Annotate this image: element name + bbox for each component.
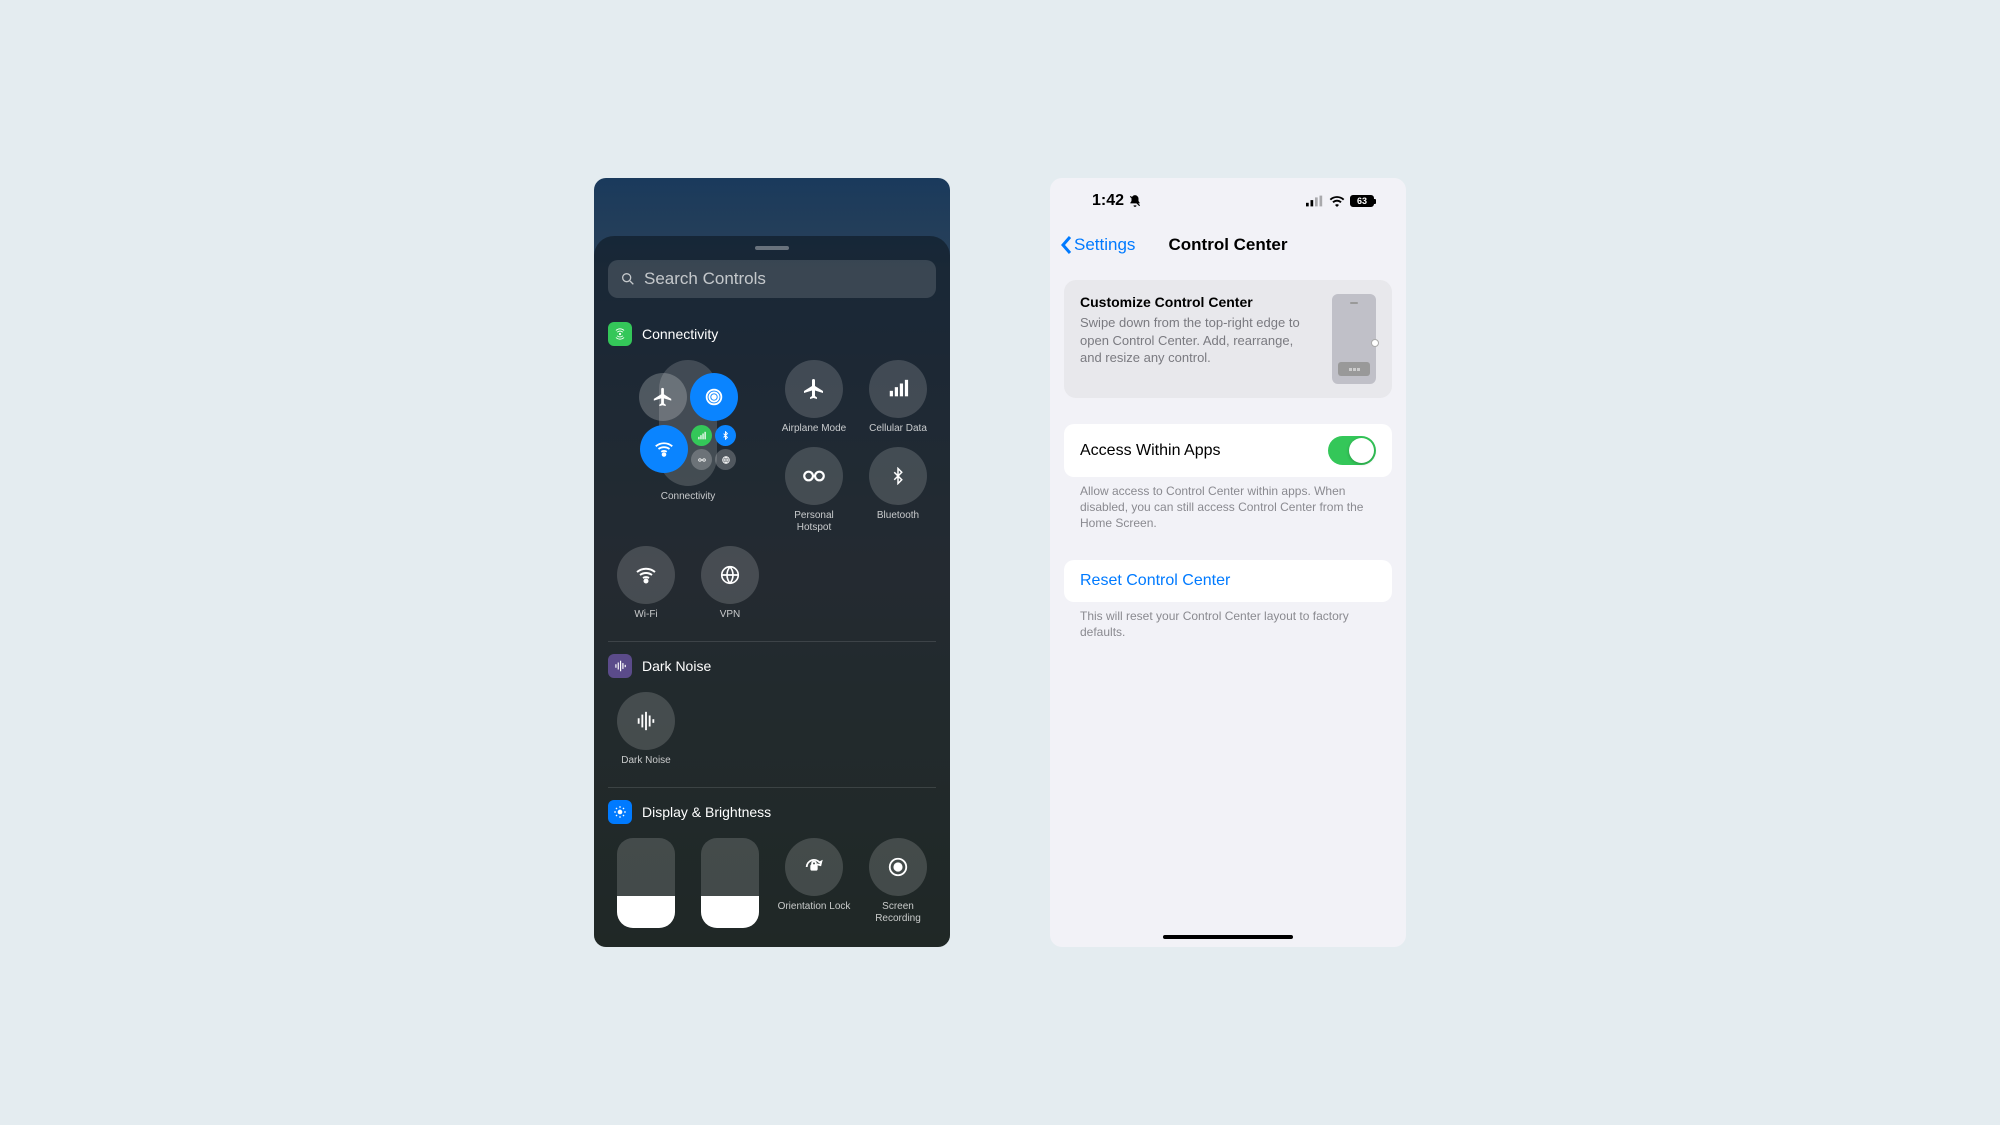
darknoise-section: Dark Noise Dark Noise bbox=[608, 654, 936, 767]
control-label: VPN bbox=[720, 609, 741, 621]
darknoise-control[interactable] bbox=[617, 692, 675, 750]
search-placeholder: Search Controls bbox=[644, 269, 766, 289]
brightness-icon bbox=[608, 800, 632, 824]
sheet-grabber[interactable] bbox=[755, 246, 789, 250]
access-toggle[interactable] bbox=[1328, 436, 1376, 465]
card-description: Swipe down from the top-right edge to op… bbox=[1080, 314, 1318, 367]
wifi-control[interactable] bbox=[617, 546, 675, 604]
card-title: Customize Control Center bbox=[1080, 294, 1318, 310]
reset-button[interactable]: Reset Control Center bbox=[1064, 560, 1392, 602]
airdrop-icon bbox=[690, 373, 738, 421]
back-button[interactable]: Settings bbox=[1060, 235, 1135, 255]
control-label: Dark Noise bbox=[621, 755, 670, 767]
connectivity-combo-control[interactable] bbox=[659, 360, 717, 486]
section-divider bbox=[608, 787, 936, 788]
airplane-mode-icon bbox=[639, 373, 687, 421]
settings-control-center-screen: 1:42 63 Settings Control Center Customiz… bbox=[1050, 178, 1406, 947]
control-label: Screen Recording bbox=[860, 901, 936, 925]
section-title: Display & Brightness bbox=[642, 804, 771, 820]
brightness-slider-1[interactable] bbox=[617, 838, 675, 928]
reset-label: Reset Control Center bbox=[1080, 572, 1230, 589]
cellular-data-control[interactable] bbox=[869, 360, 927, 418]
home-indicator[interactable] bbox=[1163, 935, 1293, 939]
control-label: Orientation Lock bbox=[778, 901, 851, 913]
vpn-control[interactable] bbox=[701, 546, 759, 604]
customize-card: Customize Control Center Swipe down from… bbox=[1064, 280, 1392, 398]
wifi-icon bbox=[640, 425, 688, 473]
control-label: Cellular Data bbox=[869, 423, 927, 435]
display-section: Display & Brightness Orientation Lock Sc… bbox=[608, 800, 936, 928]
back-label: Settings bbox=[1074, 235, 1135, 255]
control-label: Airplane Mode bbox=[782, 423, 846, 435]
search-icon bbox=[620, 271, 636, 287]
bluetooth-control[interactable] bbox=[869, 447, 927, 505]
control-label: Bluetooth bbox=[877, 510, 919, 522]
brightness-slider-2[interactable] bbox=[701, 838, 759, 928]
access-footer: Allow access to Control Center within ap… bbox=[1064, 477, 1392, 532]
bluetooth-mini-icon bbox=[715, 425, 736, 446]
nav-bar: Settings Control Center bbox=[1050, 224, 1406, 266]
section-title: Connectivity bbox=[642, 326, 718, 342]
wifi-status-icon bbox=[1329, 195, 1345, 207]
cellular-mini-icon bbox=[691, 425, 712, 446]
editor-sheet: Search Controls Connectivity bbox=[594, 236, 950, 947]
connectivity-icon bbox=[608, 322, 632, 346]
chevron-left-icon bbox=[1060, 235, 1072, 255]
control-label: Wi-Fi bbox=[634, 609, 657, 621]
section-title: Dark Noise bbox=[642, 658, 711, 674]
reset-footer: This will reset your Control Center layo… bbox=[1064, 602, 1392, 640]
status-bar: 1:42 63 bbox=[1050, 178, 1406, 224]
hotspot-control[interactable] bbox=[785, 447, 843, 505]
phone-illustration bbox=[1332, 294, 1376, 384]
screen-recording-control[interactable] bbox=[869, 838, 927, 896]
vpn-mini-icon bbox=[715, 449, 736, 470]
silent-bell-icon bbox=[1128, 194, 1142, 208]
cellular-signal-icon bbox=[1306, 195, 1324, 207]
control-label: Personal Hotspot bbox=[776, 510, 852, 534]
darknoise-app-icon bbox=[608, 654, 632, 678]
setting-label: Access Within Apps bbox=[1080, 442, 1221, 460]
access-within-apps-row: Access Within Apps bbox=[1064, 424, 1392, 477]
section-divider bbox=[608, 641, 936, 642]
airplane-mode-control[interactable] bbox=[785, 360, 843, 418]
page-title: Control Center bbox=[1169, 235, 1288, 255]
connectivity-section: Connectivity bbox=[608, 322, 936, 621]
hotspot-mini-icon bbox=[691, 449, 712, 470]
battery-icon: 63 bbox=[1350, 195, 1376, 207]
orientation-lock-control[interactable] bbox=[785, 838, 843, 896]
control-label: Connectivity bbox=[661, 491, 715, 503]
status-time: 1:42 bbox=[1092, 192, 1124, 210]
control-center-editor-screen: Search Controls Connectivity bbox=[594, 178, 950, 947]
search-input[interactable]: Search Controls bbox=[608, 260, 936, 298]
